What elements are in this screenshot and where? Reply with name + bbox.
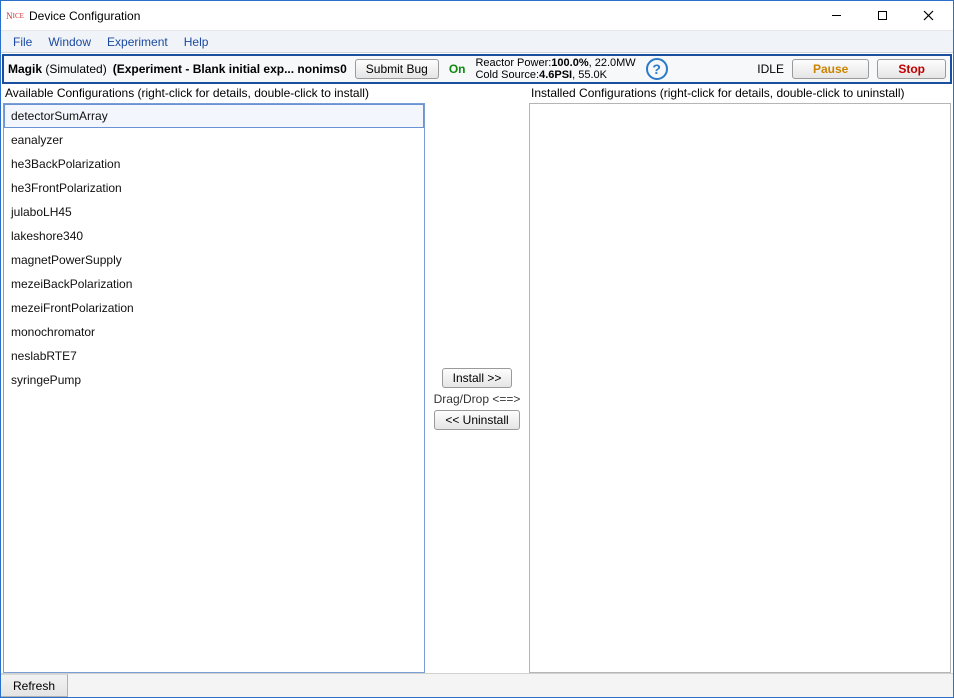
app-icon: NICE xyxy=(7,8,23,24)
reactor-power-extra: , 22.0MW xyxy=(589,57,636,69)
menubar: File Window Experiment Help xyxy=(1,31,953,53)
window-frame: NICE Device Configuration File Window Ex… xyxy=(0,0,954,698)
status-idle: IDLE xyxy=(757,62,784,76)
list-item[interactable]: he3FrontPolarization xyxy=(4,176,424,200)
pause-button[interactable]: Pause xyxy=(792,59,869,79)
reactor-power-value: 100.0% xyxy=(551,57,588,69)
list-item[interactable]: mezeiBackPolarization xyxy=(4,272,424,296)
cold-source-line: Cold Source:4.6PSI, 55.0K xyxy=(475,69,635,81)
minimize-icon xyxy=(831,10,842,21)
list-item[interactable]: monochromator xyxy=(4,320,424,344)
close-icon xyxy=(923,10,934,21)
available-column: Available Configurations (right-click fo… xyxy=(3,85,425,673)
list-item[interactable]: mezeiFrontPolarization xyxy=(4,296,424,320)
list-item[interactable]: eanalyzer xyxy=(4,128,424,152)
status-toolbar: Magik (Simulated) (Experiment - Blank in… xyxy=(2,54,952,84)
titlebar: NICE Device Configuration xyxy=(1,1,953,31)
reactor-power-line: Reactor Power:100.0%, 22.0MW xyxy=(475,57,635,69)
installed-header: Installed Configurations (right-click fo… xyxy=(529,85,951,103)
list-item[interactable]: julaboLH45 xyxy=(4,200,424,224)
panels-row: Available Configurations (right-click fo… xyxy=(1,85,953,673)
cold-source-value: 4.6PSI xyxy=(539,69,572,81)
menu-file[interactable]: File xyxy=(7,33,38,51)
list-item[interactable]: he3BackPolarization xyxy=(4,152,424,176)
available-listbox[interactable]: detectorSumArrayeanalyzerhe3BackPolariza… xyxy=(3,103,425,673)
menu-window[interactable]: Window xyxy=(42,33,97,51)
instrument-simulated: (Simulated) xyxy=(42,62,107,76)
menu-experiment[interactable]: Experiment xyxy=(101,33,174,51)
available-header: Available Configurations (right-click fo… xyxy=(3,85,425,103)
maximize-button[interactable] xyxy=(859,2,905,30)
reactor-power-label: Reactor Power: xyxy=(475,57,551,69)
menu-help[interactable]: Help xyxy=(178,33,215,51)
submit-bug-button[interactable]: Submit Bug xyxy=(355,59,439,79)
cold-source-extra: , 55.0K xyxy=(572,69,607,81)
install-button[interactable]: Install >> xyxy=(442,368,513,388)
list-item[interactable]: syringePump xyxy=(4,368,424,392)
minimize-button[interactable] xyxy=(813,2,859,30)
stop-button[interactable]: Stop xyxy=(877,59,946,79)
status-on: On xyxy=(449,62,466,76)
instrument-name-text: Magik xyxy=(8,62,42,76)
window-title: Device Configuration xyxy=(29,9,140,23)
installed-column: Installed Configurations (right-click fo… xyxy=(529,85,951,673)
main-area: Available Configurations (right-click fo… xyxy=(1,85,953,697)
close-button[interactable] xyxy=(905,2,951,30)
list-item[interactable]: detectorSumArray xyxy=(4,104,424,128)
refresh-button[interactable]: Refresh xyxy=(1,674,68,697)
uninstall-button[interactable]: << Uninstall xyxy=(434,410,519,430)
experiment-label: (Experiment - Blank initial exp... nonim… xyxy=(113,62,347,76)
center-controls: Install >> Drag/Drop <==> << Uninstall xyxy=(427,85,527,673)
reactor-status: Reactor Power:100.0%, 22.0MW Cold Source… xyxy=(475,57,635,81)
maximize-icon xyxy=(877,10,888,21)
installed-listbox[interactable] xyxy=(529,103,951,673)
dragdrop-label: Drag/Drop <==> xyxy=(434,392,521,406)
list-item[interactable]: magnetPowerSupply xyxy=(4,248,424,272)
instrument-name: Magik (Simulated) xyxy=(8,62,107,76)
list-item[interactable]: neslabRTE7 xyxy=(4,344,424,368)
list-item[interactable]: lakeshore340 xyxy=(4,224,424,248)
cold-source-label: Cold Source: xyxy=(475,69,539,81)
help-icon[interactable]: ? xyxy=(646,58,668,80)
footer: Refresh xyxy=(1,673,953,697)
